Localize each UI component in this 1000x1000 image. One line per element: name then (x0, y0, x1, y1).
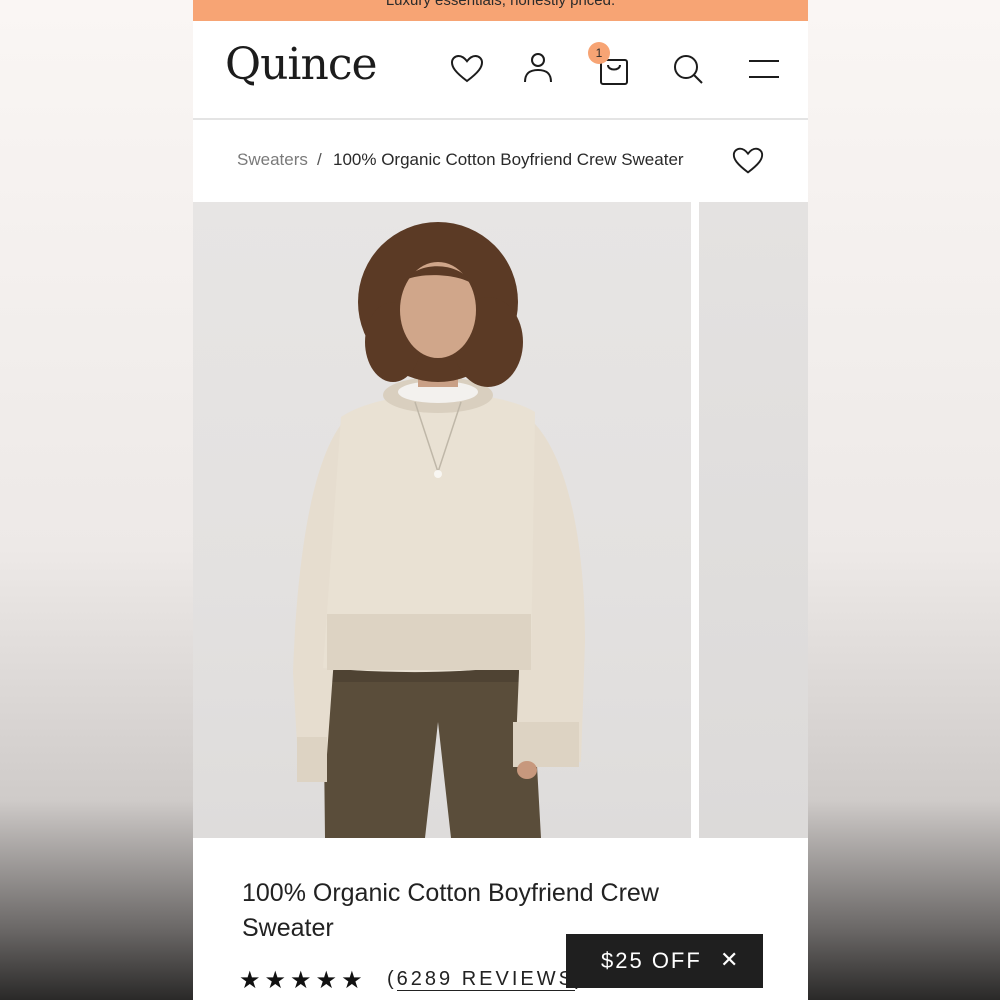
breadcrumb: Sweaters / 100% Organic Cotton Boyfriend… (193, 120, 808, 202)
reviews-open-paren: ( (387, 968, 397, 990)
mobile-page: Luxury essentials, honestly priced. Quin… (193, 0, 808, 1000)
discount-label[interactable]: $25 OFF (601, 948, 702, 974)
cart-count-badge: 1 (588, 42, 610, 64)
background-right (808, 0, 1000, 1000)
breadcrumb-current: 100% Organic Cotton Boyfriend Crew Sweat… (333, 150, 684, 169)
heart-icon[interactable] (449, 51, 485, 87)
product-photo[interactable] (193, 202, 691, 838)
menu-icon[interactable] (746, 51, 782, 87)
reviews-count[interactable]: 6289 REVIEWS (396, 968, 575, 991)
wishlist-heart-icon[interactable] (731, 144, 765, 178)
site-header: Quince 1 (193, 21, 808, 120)
search-icon[interactable] (670, 51, 706, 87)
breadcrumb-separator: / (317, 150, 322, 169)
background-left (0, 0, 193, 1000)
discount-popup[interactable]: $25 OFF ✕ (566, 934, 763, 988)
close-icon[interactable]: ✕ (720, 947, 738, 973)
quince-logo[interactable]: Quince (225, 39, 378, 90)
reviews-link[interactable]: (6289 REVIEWS) (387, 968, 585, 991)
breadcrumb-sweaters-link[interactable]: Sweaters (237, 150, 308, 170)
account-icon[interactable] (520, 51, 556, 87)
product-gallery[interactable] (193, 202, 808, 838)
rating-stars: ★★★★★ (239, 967, 367, 994)
promo-text: Luxury essentials, honestly priced. (385, 0, 616, 9)
next-product-photo[interactable] (699, 202, 808, 838)
promo-banner: Luxury essentials, honestly priced. (193, 0, 808, 21)
